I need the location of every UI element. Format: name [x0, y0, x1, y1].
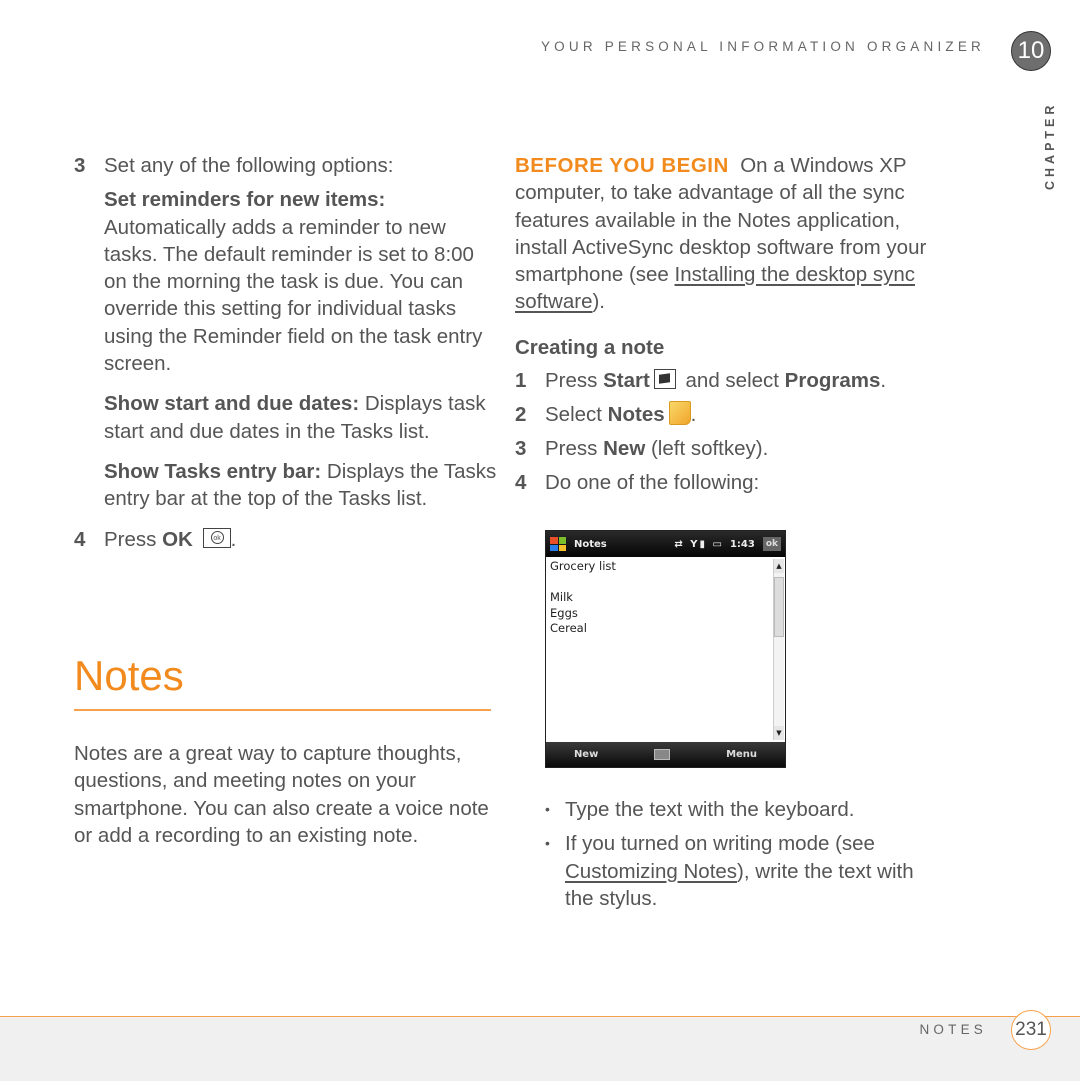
phone-time: 1:43 — [729, 538, 755, 550]
bullet-icon: • — [545, 835, 550, 852]
before-you-begin: BEFORE YOU BEGIN On a Windows XP compute… — [515, 154, 927, 314]
option-term: Set reminders for new items: — [104, 188, 386, 212]
option-desc: Automatically adds a reminder to new tas… — [104, 215, 483, 376]
option-term: Show start and due dates: — [104, 392, 360, 416]
phone-note-body: Grocery list Milk Eggs Cereal ▲ ▼ — [546, 557, 785, 742]
bullet-icon: • — [545, 801, 550, 817]
note-content: Grocery list Milk Eggs Cereal — [550, 559, 616, 637]
customizing-notes-link[interactable]: Customizing Notes — [565, 860, 737, 883]
option-show-dates: Show start and due dates: Displays task … — [104, 390, 499, 445]
phone-ok-button: ok — [762, 537, 781, 551]
phone-app-title: Notes — [574, 538, 607, 550]
scroll-thumb — [774, 577, 784, 637]
running-title: YOUR PERSONAL INFORMATION ORGANIZER — [540, 39, 985, 54]
bullet-item: • If you turned on writing mode (see Cus… — [545, 830, 945, 912]
page-number: 231 — [1011, 1010, 1051, 1050]
option-show-entry-bar: Show Tasks entry bar: Displays the Tasks… — [104, 458, 499, 513]
section-divider — [74, 709, 491, 711]
windows-start-icon — [550, 537, 566, 551]
signal-battery-icons: ⇄ Y▮ ▭ — [674, 538, 724, 550]
chapter-number-badge: 10 — [1011, 31, 1051, 71]
phone-screenshot: Notes ⇄ Y▮ ▭ 1:43 ok Grocery list Milk E… — [545, 530, 786, 768]
option-set-reminders: Set reminders for new items: Automatical… — [104, 186, 499, 377]
note-line: Eggs — [550, 605, 578, 620]
bullet-item: • Type the text with the keyboard. — [545, 796, 945, 823]
section-title: Notes — [74, 652, 184, 699]
keyboard-icon — [654, 749, 671, 760]
softkey-new: New — [573, 749, 599, 760]
ok-label: OK — [162, 527, 193, 551]
chapter-label: CHAPTER — [1043, 101, 1057, 190]
step-text: Press — [104, 527, 163, 551]
left-column: 3 Set any of the following options: Set … — [74, 152, 499, 553]
scroll-up-icon: ▲ — [774, 559, 784, 573]
step-3: 3 Press New (left softkey). — [515, 437, 769, 461]
ok-key-icon: ok — [202, 527, 231, 548]
section-intro: Notes are a great way to capture thought… — [74, 742, 489, 847]
phone-scrollbar: ▲ ▼ — [773, 559, 784, 740]
scroll-down-icon: ▼ — [774, 726, 784, 740]
step-3: 3 Set any of the following options: — [74, 152, 499, 179]
phone-title-bar: Notes ⇄ Y▮ ▭ 1:43 ok — [546, 531, 785, 557]
bullet-list: • Type the text with the keyboard. • If … — [545, 796, 945, 919]
step-4: 4 Press OK ok. — [74, 526, 499, 553]
option-term: Show Tasks entry bar: — [104, 459, 322, 483]
right-column: BEFORE YOU BEGIN On a Windows XP compute… — [515, 152, 945, 503]
before-label: BEFORE YOU BEGIN — [515, 154, 729, 177]
step-2: 2 Select Notes. — [515, 401, 697, 427]
subhead-creating-note: Creating a note — [515, 335, 665, 359]
start-key-icon — [653, 369, 676, 390]
softkey-menu: Menu — [726, 749, 758, 760]
step-4: 4 Do one of the following: — [515, 471, 760, 495]
phone-softkey-bar: New Menu — [546, 742, 785, 767]
step-1: 1 Press Start and select Programs. — [515, 369, 887, 393]
footer-section-label: NOTES — [919, 1022, 987, 1037]
page-footer: NOTES 231 — [0, 1010, 1080, 1081]
note-line: Milk — [550, 590, 573, 604]
note-line: Grocery list — [550, 559, 616, 573]
notes-app-icon — [668, 401, 691, 426]
step-number: 3 — [74, 154, 86, 177]
note-line: Cereal — [550, 621, 587, 635]
step-text: Set any of the following options: — [104, 154, 394, 177]
creating-note-steps: 1 Press Start and select Programs. 2 Sel… — [515, 367, 945, 497]
note-line — [550, 575, 616, 591]
step-number: 4 — [74, 527, 86, 551]
